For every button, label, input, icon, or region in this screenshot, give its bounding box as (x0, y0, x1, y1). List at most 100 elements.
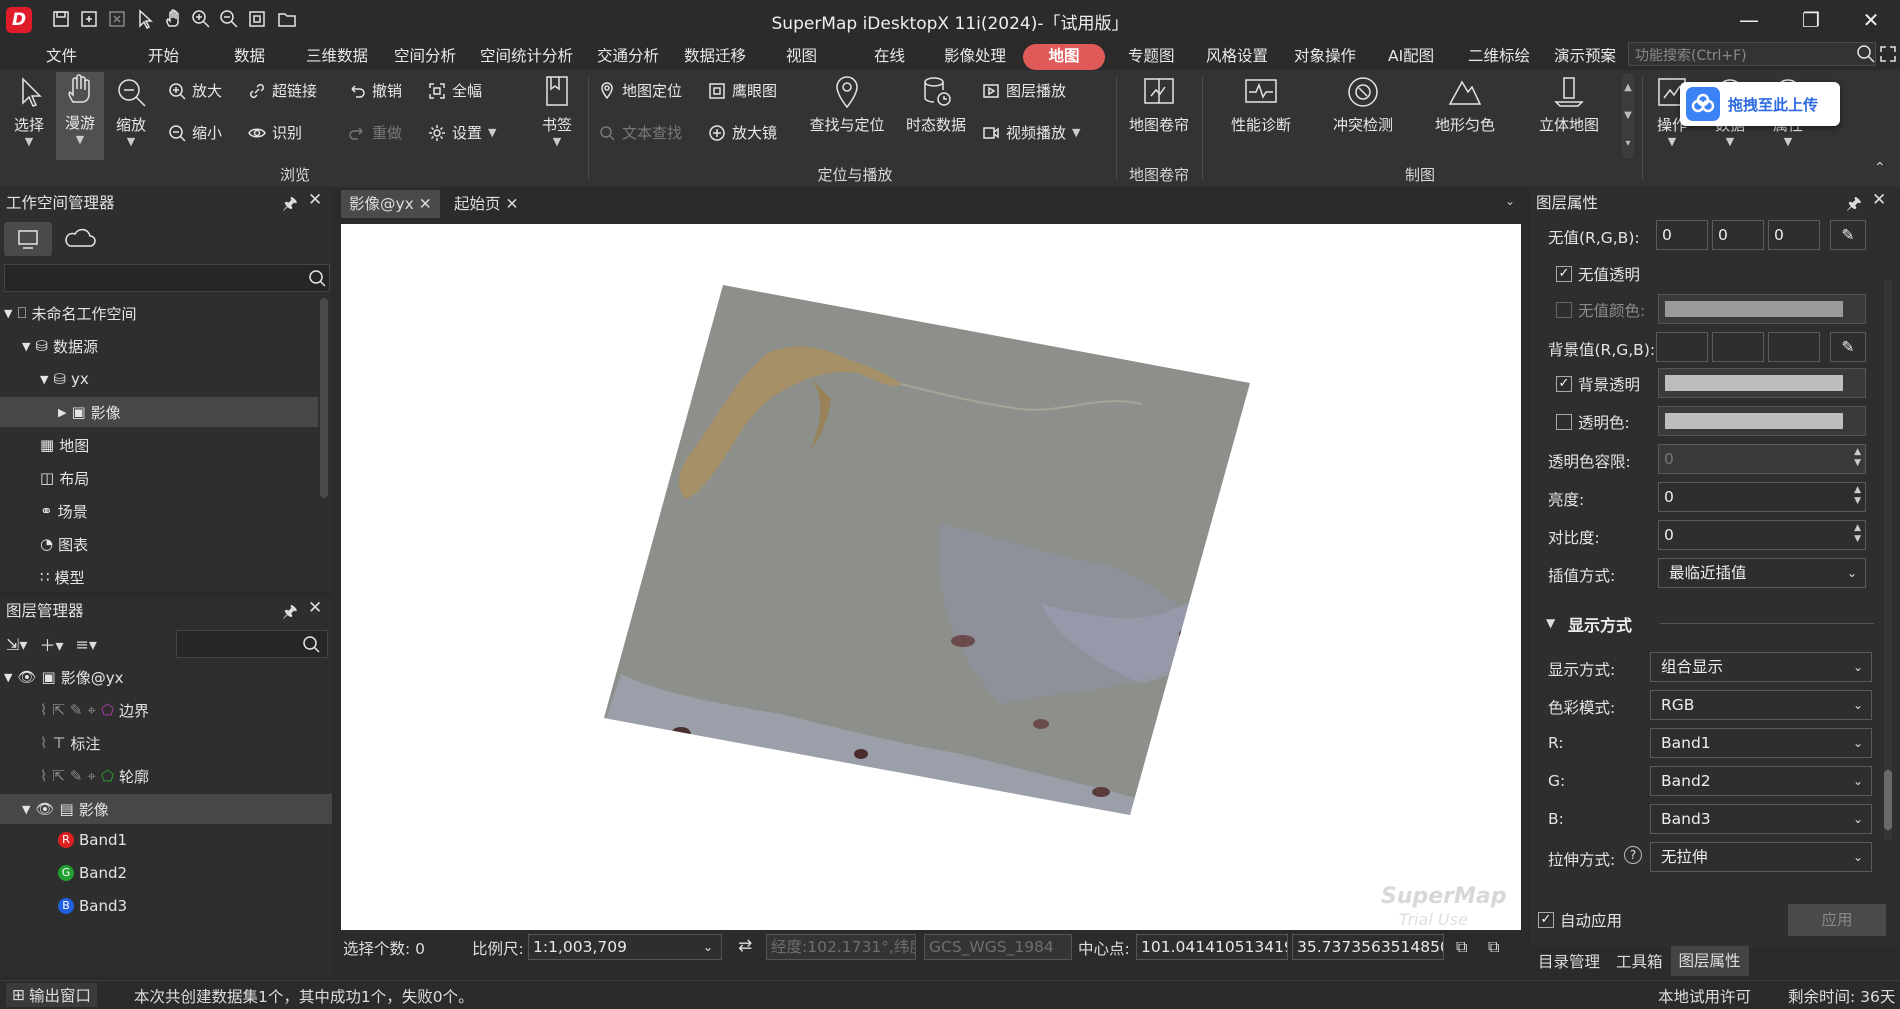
collapse-ribbon-icon[interactable]: ⌃ (1874, 160, 1886, 176)
tab-view[interactable]: 视图 (778, 44, 825, 70)
bg-pick-color-icon[interactable]: ✎ (1830, 332, 1866, 362)
map-canvas[interactable]: SuperMap Trial Use (341, 224, 1521, 930)
full-extent-button[interactable]: 全幅 (428, 80, 482, 101)
layer-band3[interactable]: B Band3 (58, 893, 127, 919)
transparent-color-swatch[interactable] (1658, 406, 1866, 436)
map-locate-button[interactable]: 地图定位 (598, 80, 682, 101)
tree-layouts[interactable]: ◫ 布局 (40, 465, 89, 491)
tab-start[interactable]: 开始 (140, 44, 187, 70)
visible-eye-icon[interactable]: 👁 (35, 800, 54, 818)
tab-demo-plan[interactable]: 演示预案 (1546, 44, 1624, 70)
hidden-eye-icon[interactable]: ⌇ (40, 767, 47, 785)
tree-charts[interactable]: ◔ 图表 (40, 531, 88, 557)
tab-object-ops[interactable]: 对象操作 (1286, 44, 1364, 70)
settings-button[interactable]: 设置 ▼ (428, 122, 496, 143)
bg-transparent-checkbox[interactable]: ✓ (1556, 376, 1572, 392)
overview-button[interactable]: 鹰眼图 (708, 80, 777, 101)
r-band-select[interactable]: Band1 ⌄ (1650, 728, 1872, 758)
add-layer-icon[interactable]: ＋▾ (39, 632, 63, 656)
layer-select-icon[interactable]: ⇲▾ (6, 635, 27, 654)
tab-toolbox[interactable]: 工具箱 (1608, 950, 1671, 972)
brightness-input[interactable]: 0 ▲ ▼ (1658, 482, 1866, 512)
tab-image-processing[interactable]: 影像处理 (936, 44, 1014, 70)
map-swipe-button[interactable]: 地图卷帘 (1124, 74, 1194, 135)
layer-band2[interactable]: G Band2 (58, 860, 127, 886)
interp-select[interactable]: 最临近插值 ⌄ (1658, 558, 1866, 588)
tab-thematic[interactable]: 专题图 (1120, 44, 1183, 70)
tab-start-page[interactable]: 起始页 ✕ (446, 190, 526, 218)
workspace-tree-tab[interactable] (4, 222, 52, 256)
hidden-eye-icon[interactable]: ⌇ (40, 701, 47, 719)
tree-maps[interactable]: ▦ 地图 (40, 432, 89, 458)
bg-b-input[interactable] (1768, 332, 1820, 362)
tab-2d-plot[interactable]: 二维标绘 (1460, 44, 1538, 70)
ribbon-gallery-scroll[interactable]: ▲ ▼ ▾ (1622, 74, 1634, 158)
b-band-select[interactable]: Band3 ⌄ (1650, 804, 1872, 834)
selectable-icon[interactable]: ⇱ (52, 701, 65, 719)
conflict-check-button[interactable]: 冲突检测 (1320, 74, 1406, 135)
fullscreen-icon[interactable] (1878, 44, 1898, 64)
apply-button[interactable]: 应用 (1788, 904, 1886, 936)
zoom-in-button[interactable]: 放大 (168, 80, 222, 101)
tab-map-window[interactable]: 影像@yx ✕ (341, 190, 440, 218)
tree-workspace-root[interactable]: ▼ ⎕ 未命名工作空间 (4, 300, 137, 326)
output-window-button[interactable]: ⊞ 输出窗口 (6, 983, 98, 1007)
stretch-select[interactable]: 无拉伸 ⌄ (1650, 842, 1872, 872)
video-play-button[interactable]: 视频播放 ▼ (982, 122, 1080, 143)
close-panel-icon[interactable]: ✕ (308, 598, 322, 618)
snap-icon[interactable]: ⌖ (87, 767, 95, 785)
layer-boundary[interactable]: ⌇ ⇱ ✎ ⌖ ⬠ 边界 (40, 697, 149, 723)
tree-dataset-image[interactable]: ▶ ▣ 影像 (0, 397, 318, 427)
tab-ai-mapping[interactable]: AI配图 (1380, 44, 1442, 70)
search-icon[interactable] (1856, 44, 1876, 64)
center-y-input[interactable]: 35.73735635148508 (1292, 934, 1444, 960)
layer-stack-icon[interactable]: ≡▾ (75, 635, 96, 654)
zoom-out-button[interactable]: 缩小 (168, 122, 222, 143)
nodata-transparent-checkbox[interactable]: ✓ (1556, 266, 1572, 282)
paste-icon[interactable]: ⧉ (1488, 937, 1499, 957)
tab-3d-data[interactable]: 三维数据 (298, 44, 376, 70)
tab-style[interactable]: 风格设置 (1198, 44, 1276, 70)
minimize-button[interactable]: — (1724, 4, 1774, 36)
search-icon[interactable] (308, 269, 326, 287)
pin-icon[interactable]: 🖈 (282, 191, 298, 220)
tab-list-chevron-icon[interactable]: ⌄ (1505, 194, 1515, 208)
identify-button[interactable]: 识别 (248, 122, 302, 143)
nodata-r-input[interactable]: 0 (1656, 220, 1708, 250)
tab-spatial-analysis[interactable]: 空间分析 (386, 44, 464, 70)
magnifier-button[interactable]: 放大镜 (708, 122, 777, 143)
bg-r-input[interactable] (1656, 332, 1708, 362)
workspace-cloud-tab[interactable] (58, 222, 102, 256)
layer-image[interactable]: ▼ 👁 ▤ 影像 (0, 794, 332, 824)
hyperlink-button[interactable]: 超链接 (248, 80, 317, 101)
function-search-input[interactable]: 功能搜索(Ctrl+F) (1628, 42, 1876, 66)
nodata-b-input[interactable]: 0 (1768, 220, 1820, 250)
close-panel-icon[interactable]: ✕ (1872, 190, 1886, 210)
restore-button[interactable]: ❐ (1786, 4, 1836, 36)
layer-band1[interactable]: R Band1 (58, 827, 127, 853)
workspace-scrollbar[interactable] (320, 298, 328, 498)
undo-button[interactable]: 撤销 (348, 80, 402, 101)
auto-apply-checkbox[interactable]: ✓ (1538, 912, 1554, 928)
tab-file[interactable]: 文件 (38, 44, 85, 70)
help-icon[interactable]: ? (1624, 846, 1642, 864)
tree-datasources[interactable]: ▼ ⛁ 数据源 (22, 333, 98, 359)
close-tab-icon[interactable]: ✕ (505, 195, 518, 213)
find-locate-button[interactable]: 查找与定位 (804, 74, 890, 135)
tab-traffic[interactable]: 交通分析 (589, 44, 667, 70)
section-collapse-icon[interactable]: ▼ (1546, 616, 1555, 630)
tab-spatial-stats[interactable]: 空间统计分析 (472, 44, 581, 70)
tab-map[interactable]: 地图 (1023, 44, 1105, 70)
visible-eye-icon[interactable]: 👁 (17, 668, 36, 686)
tab-migration[interactable]: 数据迁移 (676, 44, 754, 70)
select-button[interactable]: 选择 ▼ (6, 74, 52, 148)
workspace-search-input[interactable] (4, 264, 330, 292)
display-mode-select[interactable]: 组合显示 ⌄ (1650, 652, 1872, 682)
terrain-color-button[interactable]: 地形匀色 (1422, 74, 1508, 135)
pin-icon[interactable]: 🖈 (1846, 191, 1862, 220)
properties-scrollbar[interactable] (1884, 770, 1892, 830)
layer-outline[interactable]: ⌇ ⇱ ✎ ⌖ ⬠ 轮廓 (40, 763, 149, 789)
transparent-color-checkbox[interactable] (1556, 414, 1572, 430)
zoom-button[interactable]: 缩放 ▼ (108, 74, 154, 148)
pan-button[interactable]: 漫游 ▼ (56, 72, 104, 160)
